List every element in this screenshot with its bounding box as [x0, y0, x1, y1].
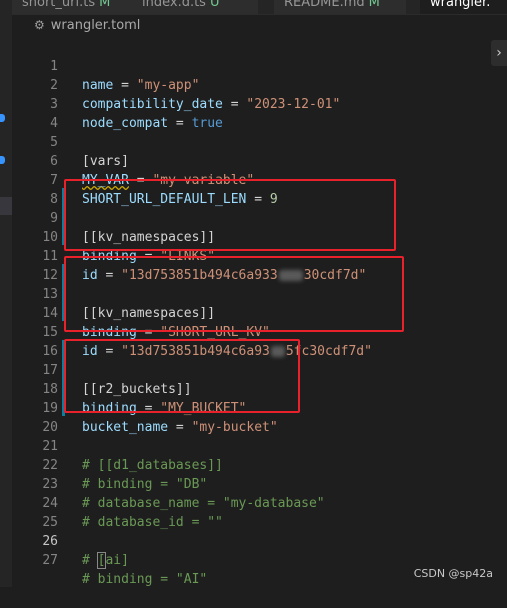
toml-comment: # [[d1_databases]]: [82, 458, 223, 473]
tab-bar: short_url.ts M index.d.ts U README.md M wra…: [12, 0, 507, 15]
tab-status: M: [368, 0, 380, 10]
line-number: 27: [42, 553, 58, 568]
highlight-box-r2: [64, 339, 300, 413]
code-line: 27 # binding = "AI": [12, 532, 207, 587]
code-line: 11 id = "13d753851b494c6a933 30cdf7d": [12, 228, 366, 283]
code-line: 6 MY_VAR = "my-variable": [12, 133, 254, 188]
code-line: 25: [12, 494, 58, 530]
toml-comment: # database_id = "": [82, 515, 223, 530]
scm-indicator: [0, 156, 5, 164]
code-editor[interactable]: 1 name = "my-app" 2 compatibility_date =…: [12, 38, 507, 587]
toml-key: compatibility_date: [82, 97, 223, 112]
toml-eq: =: [168, 420, 192, 435]
scm-indicator: [0, 114, 5, 122]
code-line: 18 binding = "MY_BUCKET": [12, 361, 246, 416]
toml-comment: # database_name = "my-database": [82, 496, 325, 511]
tab-short-url[interactable]: short_url.ts M: [12, 0, 141, 14]
tab-readme[interactable]: README.md M: [274, 0, 407, 14]
toml-eq: =: [222, 97, 247, 112]
toml-comment: ai]: [105, 553, 129, 568]
code-line: 24 # database_id = "": [12, 475, 223, 530]
code-line: 22 # binding = "DB": [12, 437, 207, 492]
watermark: CSDN @sp42a: [413, 567, 493, 580]
code-line: 19 bucket_name = "my-bucket": [12, 380, 277, 435]
toml-comment: #: [82, 553, 98, 568]
tab-index-d-ts[interactable]: index.d.ts U: [132, 0, 259, 14]
tab-wrangler[interactable]: wrangler.: [420, 0, 507, 14]
code-line: 13 [[kv_namespaces]]: [12, 266, 215, 321]
toml-key: node_compat: [82, 116, 169, 131]
breadcrumb: ⚙ wrangler.toml: [12, 14, 507, 36]
code-line: 4: [12, 95, 58, 131]
tab-status: U: [209, 0, 220, 10]
toml-value: "my-bucket": [191, 420, 278, 435]
code-line: 9 [[kv_namespaces]]: [12, 190, 215, 245]
code-line: 3 node_compat = true: [12, 76, 223, 131]
highlight-box-kv-short-url: [64, 256, 404, 332]
code-line: 14 binding = "SHORT_URL_KV": [12, 285, 270, 340]
code-line: 20: [12, 399, 58, 435]
toml-value: "my-app": [136, 78, 200, 93]
code-line: 8: [12, 171, 58, 207]
highlight-box-kv-links: [64, 179, 396, 251]
toml-comment: # binding = "AI": [82, 572, 208, 587]
tab-label: README.md: [284, 0, 365, 10]
code-line: 12: [12, 247, 58, 283]
code-line: 5 [vars]: [12, 114, 129, 169]
toml-table-header: [vars]: [82, 154, 129, 169]
tab-label: wrangler.: [430, 0, 491, 10]
code-line: 16: [12, 323, 58, 359]
explorer-selection[interactable]: [0, 197, 12, 215]
code-line: 23 # database_name = "my-database": [12, 456, 324, 511]
gear-icon: ⚙: [34, 18, 45, 32]
toml-key: bucket_name: [82, 420, 169, 435]
tab-label: short_url.ts: [22, 0, 96, 10]
code-line: 1 name = "my-app": [12, 38, 199, 93]
toml-key: name: [82, 78, 114, 93]
tab-status: M: [99, 0, 111, 10]
breadcrumb-file[interactable]: wrangler.toml: [51, 18, 141, 33]
activity-bar: [0, 0, 12, 587]
code-line: 15 id = "13d753851b494c6a93 5fc30cdf7d": [12, 304, 372, 359]
toml-value: "2023-12-01": [246, 97, 341, 112]
code-line: 2 compatibility_date = "2023-12-01": [12, 57, 340, 112]
toml-eq: =: [113, 78, 137, 93]
code-line: 7 SHORT_URL_DEFAULT_LEN = 9: [12, 152, 278, 207]
tab-label: index.d.ts: [142, 0, 206, 10]
code-line: 21 # [[d1_databases]]: [12, 418, 223, 473]
code-line: 10 binding = "LINKS": [12, 209, 215, 264]
toml-value: true: [191, 116, 223, 131]
toml-comment: # binding = "DB": [82, 477, 208, 492]
toml-eq: =: [168, 116, 192, 131]
code-line-current: 26 # [ai]: [12, 513, 129, 569]
code-line: 17 [[r2_buckets]]: [12, 342, 191, 397]
